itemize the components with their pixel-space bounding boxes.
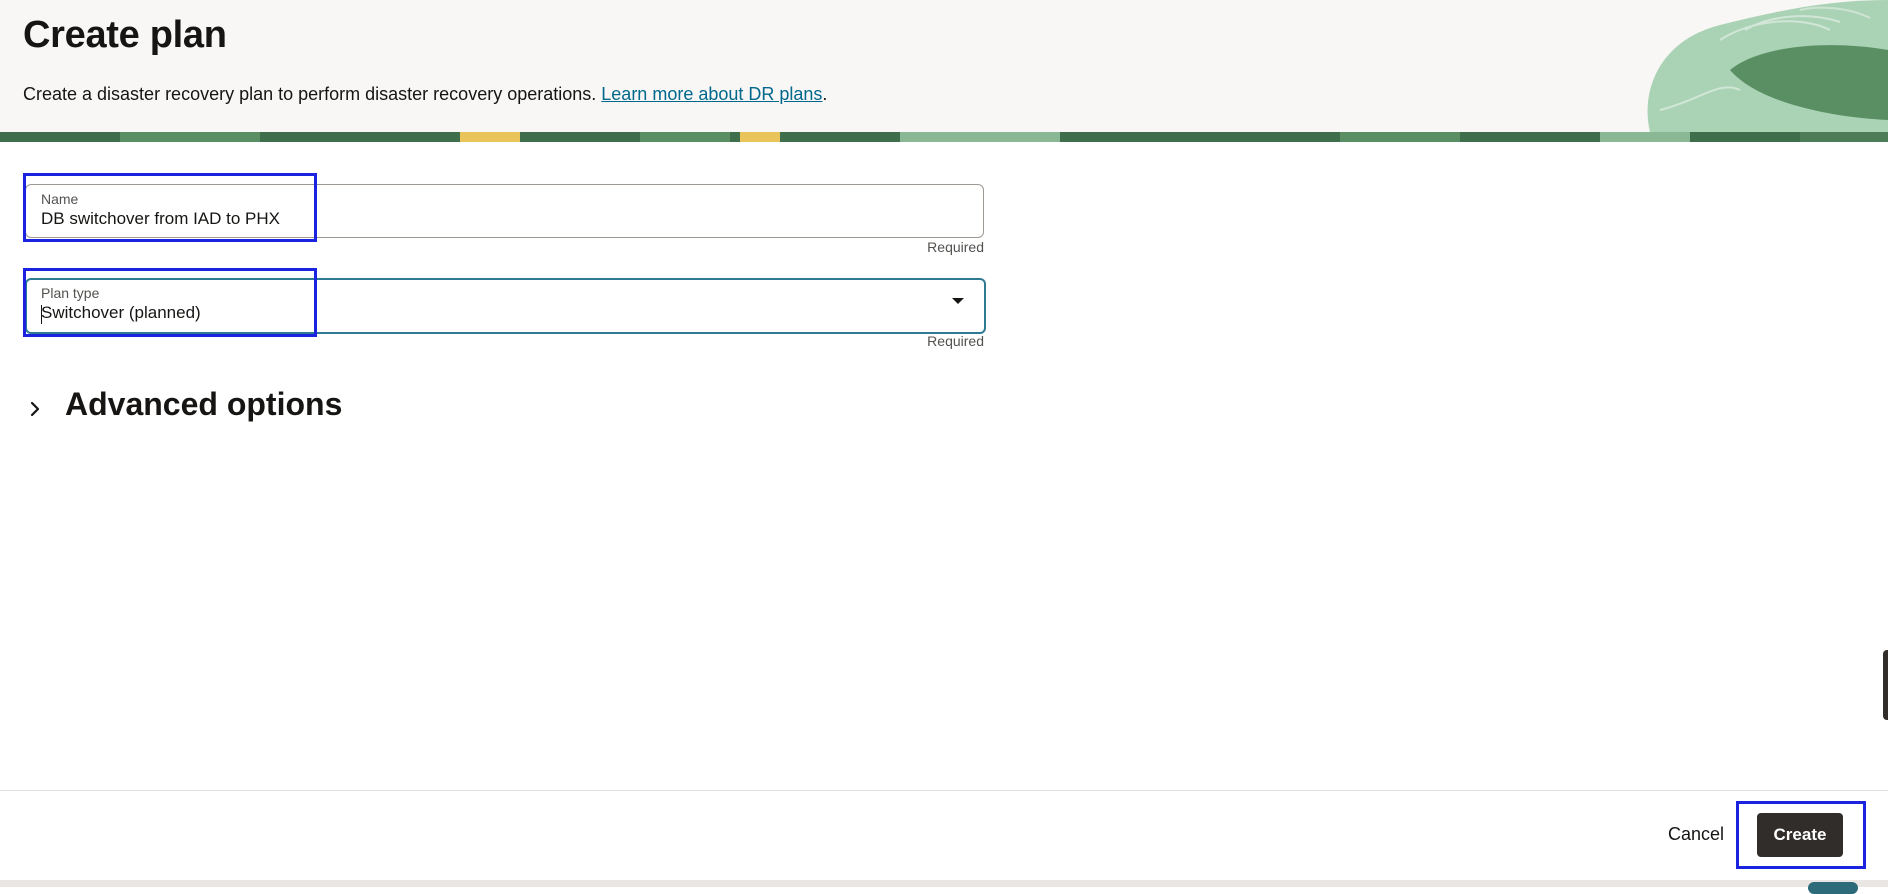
footer-actions: Cancel Create xyxy=(0,790,1888,881)
advanced-options-toggle[interactable]: Advanced options xyxy=(22,386,342,426)
header-decoration xyxy=(1647,0,1888,132)
description-text: Create a disaster recovery plan to perfo… xyxy=(23,84,597,104)
bottom-toggle[interactable] xyxy=(1808,882,1858,894)
side-feedback-tab[interactable] xyxy=(1883,650,1888,720)
plan-type-select[interactable]: Plan type Switchover (planned) xyxy=(25,278,986,334)
description-suffix: . xyxy=(822,84,828,104)
chevron-right-icon xyxy=(30,401,40,417)
plan-type-label: Plan type xyxy=(41,285,100,301)
chevron-down-icon[interactable] xyxy=(952,298,964,304)
create-button[interactable]: Create xyxy=(1757,813,1843,857)
name-field-label: Name xyxy=(41,191,79,207)
name-field[interactable]: Name DB switchover from IAD to PHX xyxy=(25,184,984,238)
advanced-options-title: Advanced options xyxy=(65,386,343,422)
page-title: Create plan xyxy=(23,14,227,56)
plan-type-required-hint: Required xyxy=(927,333,984,349)
header-decorative-band xyxy=(0,132,1888,142)
bottom-bar xyxy=(0,880,1888,887)
cancel-button[interactable]: Cancel xyxy=(1658,812,1734,856)
name-required-hint: Required xyxy=(927,239,984,255)
learn-more-link[interactable]: Learn more about DR plans xyxy=(601,84,822,104)
page-header: Create plan Create a disaster recovery p… xyxy=(0,0,1888,132)
page-description: Create a disaster recovery plan to perfo… xyxy=(23,84,827,105)
name-input[interactable]: DB switchover from IAD to PHX xyxy=(41,209,280,229)
plan-type-value[interactable]: Switchover (planned) xyxy=(41,303,201,323)
